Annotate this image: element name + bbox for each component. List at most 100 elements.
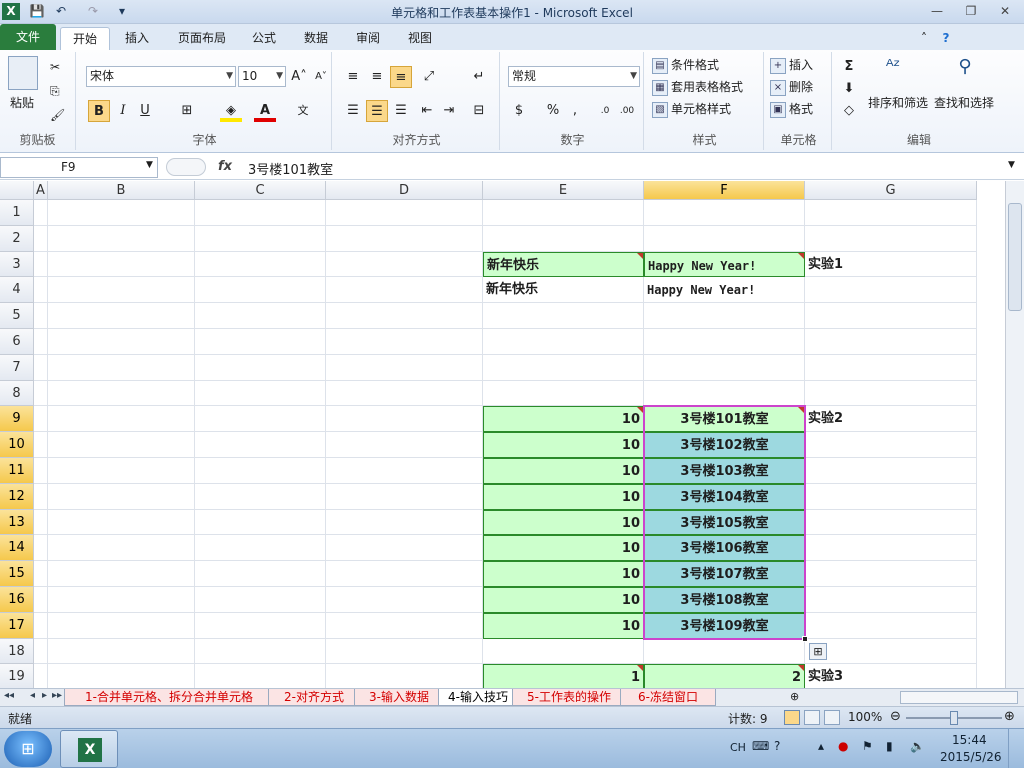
- cell-e7[interactable]: [483, 354, 644, 381]
- close-button[interactable]: ✕: [990, 1, 1020, 21]
- cell-d19[interactable]: [326, 664, 483, 688]
- comma-button[interactable]: ,: [564, 100, 586, 122]
- autofill-options-icon[interactable]: ⊞: [809, 642, 827, 660]
- cell-g10[interactable]: [805, 432, 977, 458]
- worksheet-grid[interactable]: A B C D E F G 1 2 3 4 5 6 7 8 9 10 11 12 13 14 15 16 17 18 19 新年快乐…: [0, 181, 1005, 688]
- cell-d6[interactable]: [326, 329, 483, 355]
- cell-e8[interactable]: [483, 380, 644, 407]
- cell-f9-value[interactable]: 3号楼101教室: [644, 406, 805, 433]
- vertical-scroll-thumb[interactable]: [1008, 203, 1022, 311]
- tab-page-layout[interactable]: 页面布局: [170, 27, 234, 50]
- cell-f10-value[interactable]: 3号楼102教室: [644, 432, 805, 458]
- cut-icon[interactable]: ✂: [50, 58, 60, 76]
- cell-f5[interactable]: [644, 303, 805, 329]
- cell-g3-value[interactable]: 实验1: [805, 251, 977, 278]
- cell-e19-value[interactable]: 1: [483, 664, 644, 688]
- row-header-4[interactable]: 4: [0, 277, 34, 304]
- row-header-17[interactable]: 17: [0, 612, 34, 639]
- zoom-in-icon[interactable]: ⊕: [1004, 709, 1015, 724]
- format-painter-icon[interactable]: 🖌: [50, 106, 65, 124]
- cell-f6[interactable]: [644, 329, 805, 355]
- cell-f7[interactable]: [644, 354, 805, 381]
- minimize-button[interactable]: —: [922, 1, 952, 21]
- column-header-c[interactable]: C: [195, 181, 326, 200]
- cell-e10-value[interactable]: 10: [483, 432, 644, 458]
- cell-g19-value[interactable]: 实验3: [805, 664, 977, 688]
- cell-c3[interactable]: [195, 251, 326, 278]
- cell-f15-value[interactable]: 3号楼107教室: [644, 561, 805, 587]
- cell-e16-value[interactable]: 10: [483, 587, 644, 613]
- paste-button[interactable]: 粘贴: [10, 94, 34, 112]
- cell-b8[interactable]: [48, 380, 195, 407]
- insert-function-button[interactable]: fx: [218, 159, 232, 174]
- row-header-10[interactable]: 10: [0, 432, 34, 458]
- cell-g2[interactable]: [805, 225, 977, 252]
- row-header-2[interactable]: 2: [0, 225, 34, 252]
- wrap-text-icon[interactable]: ↵: [468, 66, 490, 88]
- autosum-button[interactable]: Σ: [838, 56, 860, 78]
- cell-a4[interactable]: [34, 277, 48, 304]
- cell-g13[interactable]: [805, 509, 977, 536]
- bold-button[interactable]: B: [88, 100, 110, 122]
- clock-date[interactable]: 2015/5/26: [940, 750, 1002, 764]
- cell-a10[interactable]: [34, 432, 48, 458]
- align-middle-icon[interactable]: ≡: [366, 66, 388, 88]
- cell-b13[interactable]: [48, 509, 195, 536]
- cell-d11[interactable]: [326, 458, 483, 484]
- column-header-d[interactable]: D: [326, 181, 483, 200]
- cell-e5[interactable]: [483, 303, 644, 329]
- cell-c13[interactable]: [195, 509, 326, 536]
- start-button[interactable]: ⊞: [4, 731, 52, 767]
- cell-f17-value[interactable]: 3号楼109教室: [644, 612, 805, 639]
- cell-b10[interactable]: [48, 432, 195, 458]
- cell-g7[interactable]: [805, 354, 977, 381]
- row-header-8[interactable]: 8: [0, 380, 34, 407]
- vertical-scrollbar[interactable]: [1005, 181, 1024, 688]
- cell-g5[interactable]: [805, 303, 977, 329]
- cell-b11[interactable]: [48, 458, 195, 484]
- cell-b1[interactable]: [48, 200, 195, 226]
- cell-e18[interactable]: [483, 638, 644, 665]
- tab-formulas[interactable]: 公式: [244, 27, 284, 50]
- cell-g14[interactable]: [805, 535, 977, 562]
- cell-f18[interactable]: [644, 638, 805, 665]
- page-break-view-icon[interactable]: [824, 710, 840, 725]
- cell-e11-value[interactable]: 10: [483, 458, 644, 484]
- phonetic-icon[interactable]: 文: [292, 100, 314, 122]
- cell-a11[interactable]: [34, 458, 48, 484]
- cell-a9[interactable]: [34, 406, 48, 433]
- cell-g6[interactable]: [805, 329, 977, 355]
- cell-a6[interactable]: [34, 329, 48, 355]
- currency-icon[interactable]: $: [508, 100, 530, 122]
- cell-g18[interactable]: [805, 638, 977, 665]
- cell-b2[interactable]: [48, 225, 195, 252]
- column-header-e[interactable]: E: [483, 181, 644, 200]
- cell-a5[interactable]: [34, 303, 48, 329]
- cell-b4[interactable]: [48, 277, 195, 304]
- sheet-nav-next-icon[interactable]: ▸: [42, 690, 47, 701]
- cell-c17[interactable]: [195, 612, 326, 639]
- italic-button[interactable]: I: [112, 100, 134, 122]
- font-name-combo[interactable]: 宋体 ▼: [86, 66, 236, 87]
- expand-formula-icon[interactable]: ▼: [1008, 160, 1015, 170]
- cell-e3-value[interactable]: 新年快乐: [483, 251, 644, 278]
- cell-d16[interactable]: [326, 587, 483, 613]
- sheet-tab-1[interactable]: 1-合并单元格、拆分合并单元格: [64, 689, 274, 706]
- number-format-combo[interactable]: 常规 ▼: [508, 66, 640, 87]
- cell-c6[interactable]: [195, 329, 326, 355]
- cell-c11[interactable]: [195, 458, 326, 484]
- cell-a15[interactable]: [34, 561, 48, 587]
- align-bottom-icon[interactable]: ≡: [390, 66, 412, 88]
- cell-e6[interactable]: [483, 329, 644, 355]
- cell-c12[interactable]: [195, 483, 326, 510]
- row-header-18[interactable]: 18: [0, 638, 34, 665]
- format-button[interactable]: ▣ 格式: [770, 100, 813, 118]
- tab-insert[interactable]: 插入: [114, 27, 160, 50]
- volume-icon[interactable]: 🔈: [910, 739, 925, 753]
- tab-review[interactable]: 审阅: [348, 27, 388, 50]
- insert-button[interactable]: + 插入: [770, 56, 813, 74]
- clock-time[interactable]: 15:44: [952, 733, 987, 747]
- cell-c4[interactable]: [195, 277, 326, 304]
- row-header-14[interactable]: 14: [0, 535, 34, 562]
- cell-g4[interactable]: [805, 277, 977, 304]
